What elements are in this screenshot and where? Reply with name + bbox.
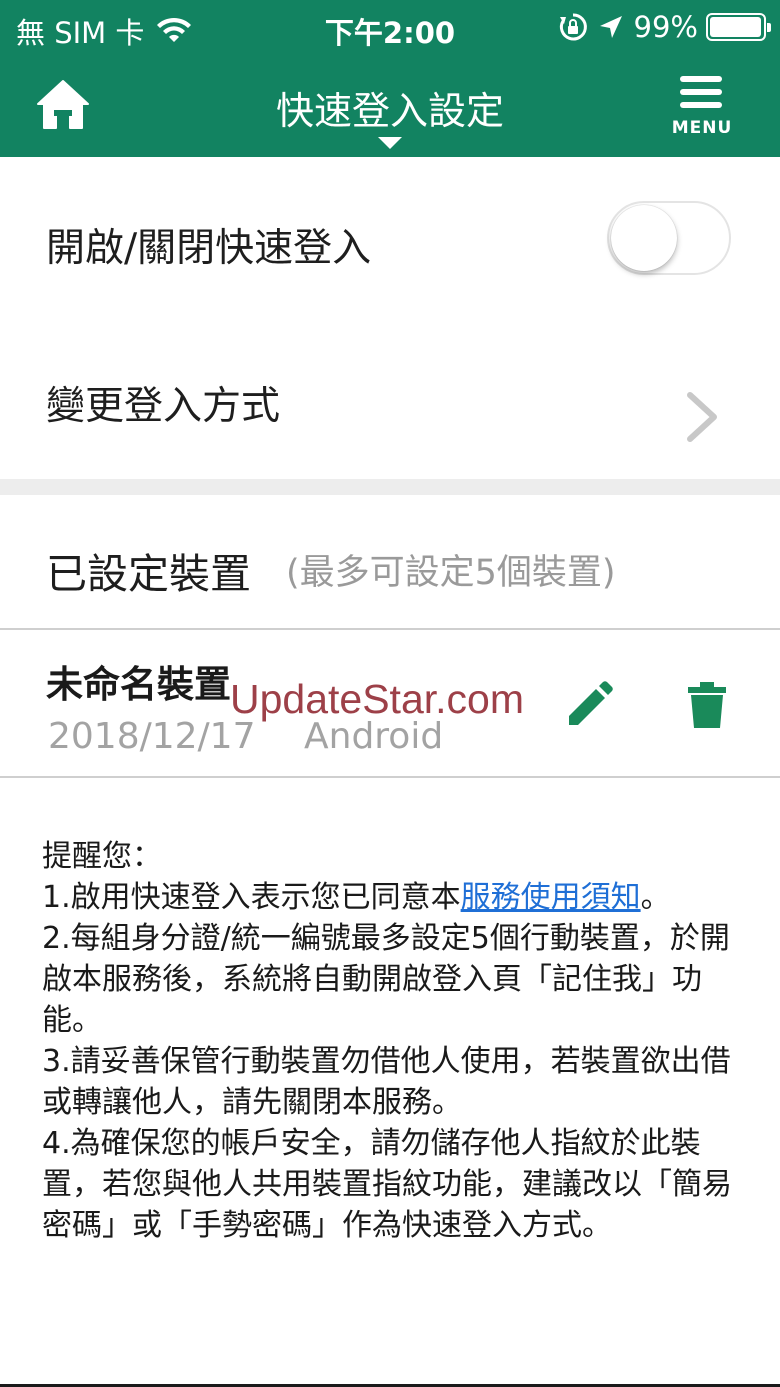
nav-bar: 快速登入設定 MENU [0,56,780,157]
notes-item-4: 4.為確保您的帳戶安全，請勿儲存他人指紋於此裝置，若您與他人共用裝置指紋功能，建… [42,1126,732,1243]
battery-icon [706,13,771,41]
notes-section: 提醒您： 1.啟用快速登入表示您已同意本服務使用須知。 2.每組身分證/統一編號… [42,836,742,1246]
chevron-right-icon [687,392,717,442]
device-name: 未命名裝置 [46,663,231,706]
terms-of-service-link[interactable]: 服務使用須知 [461,880,641,915]
battery-tip [767,23,771,32]
battery-percent: 99% [633,10,698,44]
divider-bottom [0,776,780,778]
toggle-label: 開啟/關閉快速登入 [46,226,372,271]
notes-item-3: 3.請妥善保管行動裝置勿借他人使用，若裝置欲出借或轉讓他人，請先關閉本服務。 [42,1044,731,1120]
notes-item-1-suffix: 。 [640,880,671,915]
pencil-icon[interactable] [565,681,613,729]
notes-item-1: 1.啟用快速登入表示您已同意本服務使用須知。 [42,877,742,918]
menu-icon [680,76,722,115]
page-title[interactable]: 快速登入設定 [0,80,780,135]
device-date: 2018/12/17 [48,716,256,757]
devices-section-title: 已設定裝置 [46,550,251,598]
menu-button[interactable]: MENU [668,76,736,138]
quick-login-toggle-row: 開啟/關閉快速登入 [0,157,780,317]
quick-login-toggle[interactable] [607,201,731,275]
notes-heading: 提醒您： [42,839,162,874]
divider-top [0,628,780,630]
devices-section-note: (最多可設定5個裝置) [286,553,616,593]
change-method-label: 變更登入方式 [46,384,281,429]
watermark-text: UpdateStar.com [230,676,524,722]
section-separator [0,479,780,495]
rotation-lock-icon [559,13,587,41]
notes-item-1-prefix: 1.啟用快速登入表示您已同意本 [42,880,461,915]
change-login-method-row[interactable]: 變更登入方式 [0,317,780,479]
status-right: 99% [558,10,771,44]
trash-icon[interactable] [686,681,728,729]
notes-item-2: 2.每組身分證/統一編號最多設定5個行動裝置，於開啟本服務後，系統將自動開啟登入… [42,921,730,1038]
battery-level [710,17,762,37]
app-header: 無 SIM 卡 下午2:00 99% 快速登入設定 MENU [0,0,780,157]
status-bar: 無 SIM 卡 下午2:00 99% [0,0,780,56]
toggle-knob [611,205,677,271]
menu-label: MENU [671,118,733,138]
location-icon [599,16,622,38]
caret-down-icon[interactable] [378,137,402,149]
